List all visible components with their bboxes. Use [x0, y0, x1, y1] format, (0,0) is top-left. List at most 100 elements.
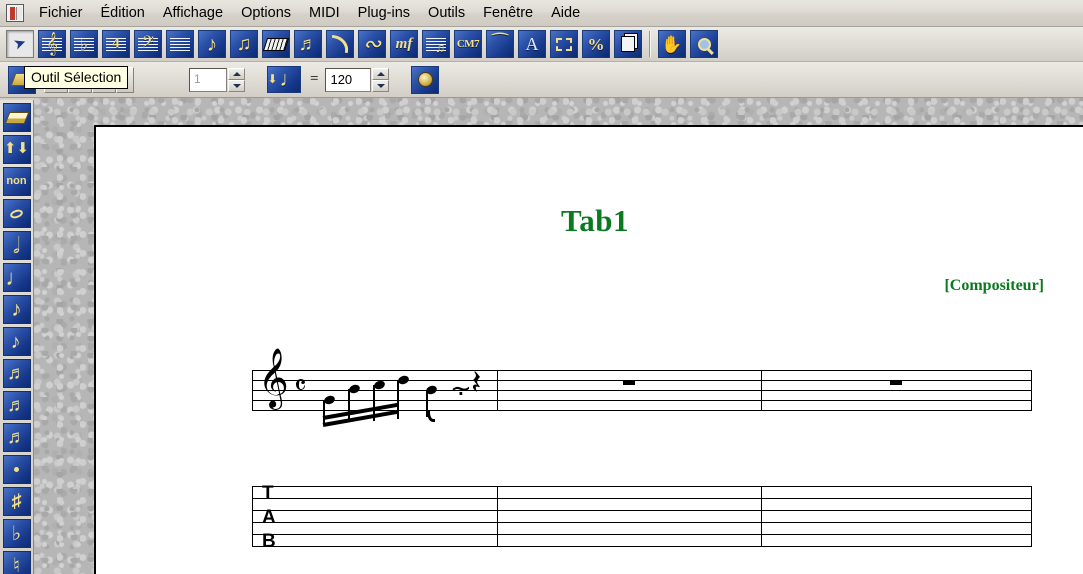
measure-number-stepper[interactable]: 1 [189, 68, 245, 92]
sharp-button[interactable]: ♯ [3, 487, 31, 516]
tab-letter-t: T [262, 484, 274, 503]
simple-note-tool-button[interactable]: ♪ [198, 30, 226, 58]
no-tool-button[interactable]: non [3, 167, 31, 196]
selection-box-tool-button[interactable] [550, 30, 578, 58]
tab-letter-b: B [262, 532, 276, 551]
tablature-staff[interactable]: T A B [252, 486, 1032, 547]
menu-fenetre[interactable]: Fenêtre [474, 1, 542, 25]
measure-spin-up[interactable] [228, 68, 245, 80]
lyrics-tool-button[interactable]: ♫ [422, 30, 450, 58]
note-duration-palette: ⬆⬇ non 𝅗𝅥 ♩ ♪ ♪ ♬ ♬ ♬ [0, 100, 34, 574]
sixteenth-note-button[interactable]: ♪ [3, 327, 31, 356]
tab-line [252, 510, 1032, 511]
tab-barline-start [252, 486, 253, 547]
hand-scroll-tool-button[interactable]: ✋ [658, 30, 686, 58]
chevron-up-icon [377, 72, 385, 76]
tab-line [252, 546, 1032, 547]
onetwentyeighth-note-button[interactable]: ♬ [3, 423, 31, 452]
magnifier-icon [698, 38, 711, 51]
eighth-note-button[interactable]: ♪ [3, 295, 31, 324]
speedy-entry-tool-button[interactable]: ♫ [230, 30, 258, 58]
note-entry-tool-button[interactable]: 𝄞 [38, 30, 66, 58]
notation-staff[interactable]: 𝄞 𝄴 [252, 370, 1032, 411]
tab-letter-a: A [262, 508, 276, 527]
menu-plugins[interactable]: Plug-ins [349, 1, 419, 25]
equals-label: = [310, 71, 318, 88]
chevron-down-icon [233, 84, 241, 88]
playback-toolbar: 1 ⬇ ♩ = 120 [0, 62, 1083, 98]
time-signature-tool-button[interactable]: 4 [102, 30, 130, 58]
barline-measure-1 [497, 370, 498, 411]
tab-barline-measure-1 [497, 486, 498, 547]
dynamics-tool-button[interactable]: mf [390, 30, 418, 58]
tooltip-outil-selection: Outil Sélection [24, 66, 128, 89]
non-label: non [6, 176, 26, 187]
octave-shift-button[interactable]: ⬆⬇ [3, 135, 31, 164]
tempo-note-value-button[interactable]: ⬇ ♩ [267, 66, 301, 93]
staff-line [252, 400, 1032, 401]
notehead [348, 383, 361, 394]
zoom-tool-button[interactable] [690, 30, 718, 58]
tab-line [252, 522, 1032, 523]
selection-tool-button[interactable]: ➤ [6, 30, 34, 58]
barline-measure-3 [1031, 370, 1032, 411]
score-page[interactable]: Tab1 [Compositeur] 𝄞 𝄴 [94, 125, 1083, 574]
flat-button[interactable]: ♭ [3, 519, 31, 548]
speaker-icon [418, 72, 433, 87]
half-note-button[interactable]: 𝅗𝅥 [3, 231, 31, 260]
app-document-icon [6, 4, 24, 22]
tempo-spin-up[interactable] [372, 68, 389, 80]
articulation-tool-button[interactable]: ⁀ [486, 30, 514, 58]
rest-tool-button[interactable]: ∾ [358, 30, 386, 58]
tab-line [252, 486, 1032, 487]
page-layout-tool-button[interactable] [614, 30, 642, 58]
notehead [323, 394, 336, 405]
whole-note-button[interactable] [3, 199, 31, 228]
barline-start [252, 370, 253, 411]
staff-lines-icon [170, 38, 190, 52]
tempo-value-input[interactable]: 120 [325, 68, 371, 92]
barline-measure-2 [761, 370, 762, 411]
menu-midi[interactable]: MIDI [300, 1, 349, 25]
whole-rest-measure-2 [623, 380, 635, 385]
tempo-spin-down[interactable] [372, 80, 389, 92]
text-tool-button[interactable]: A [518, 30, 546, 58]
key-signature-tool-button[interactable]: ♭ [70, 30, 98, 58]
eighth-rest: ⸟ [450, 376, 472, 402]
sixtyfourth-note-button[interactable]: ♬ [3, 391, 31, 420]
menu-affichage[interactable]: Affichage [154, 1, 232, 25]
measure-tool-button[interactable] [166, 30, 194, 58]
menu-options[interactable]: Options [232, 1, 300, 25]
eraser-tool-button[interactable] [3, 103, 31, 132]
composer-text: [Compositeur] [944, 277, 1044, 295]
natural-icon: ♮ [13, 556, 20, 574]
menu-edition[interactable]: Édition [92, 1, 154, 25]
onetwentyeighth-note-icon: ♬ [7, 428, 26, 447]
tuplet-tool-button[interactable]: ♬ [294, 30, 322, 58]
chord-tool-button[interactable]: CM7 [454, 30, 482, 58]
half-note-icon: 𝅗𝅥 [13, 235, 20, 257]
menu-outils[interactable]: Outils [419, 1, 474, 25]
thirtysecond-note-button[interactable]: ♬ [3, 359, 31, 388]
quarter-note-button[interactable]: ♩ [3, 263, 31, 292]
midi-keyboard-button[interactable] [262, 30, 290, 58]
percent-repeat-tool-button[interactable]: % [582, 30, 610, 58]
chevron-down-icon [377, 84, 385, 88]
menu-aide[interactable]: Aide [542, 1, 589, 25]
tab-line [252, 534, 1032, 535]
menu-fichier[interactable]: Fichier [30, 1, 92, 25]
slur-tool-button[interactable] [326, 30, 354, 58]
metronome-speaker-button[interactable] [411, 66, 439, 94]
clef-tool-button[interactable]: 𝄢 [134, 30, 162, 58]
main-toolbar: ➤ 𝄞 ♭ 4 𝄢 ♪ ♫ ♬ [0, 27, 1083, 62]
staff-line [252, 370, 1032, 371]
dot-button[interactable] [3, 455, 31, 484]
score-workspace[interactable]: Tab1 [Compositeur] 𝄞 𝄴 [34, 98, 1083, 574]
measure-number-input[interactable]: 1 [189, 68, 227, 92]
whole-note-icon [9, 208, 24, 220]
measure-spin-buttons [228, 68, 245, 92]
slur-icon [330, 35, 350, 53]
measure-spin-down[interactable] [228, 80, 245, 92]
natural-button[interactable]: ♮ [3, 551, 31, 574]
tempo-stepper[interactable]: 120 [325, 68, 389, 92]
